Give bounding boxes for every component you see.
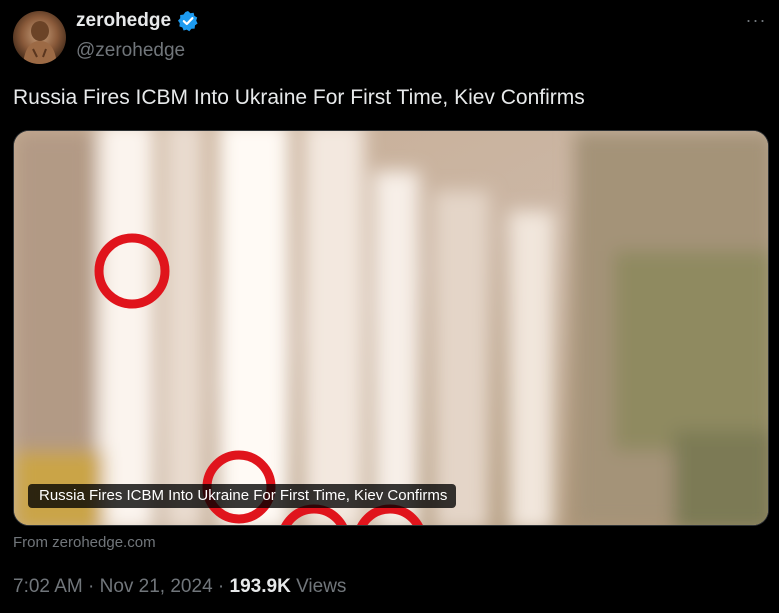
tweet-date[interactable]: Nov 21, 2024 — [100, 576, 213, 598]
tweet-metadata: 7:02 AM · Nov 21, 2024 · 193.9K Views — [13, 576, 346, 598]
views-count[interactable]: 193.9K — [230, 576, 291, 598]
meta-separator: · — [82, 576, 100, 597]
tweet-text: Russia Fires ICBM Into Ukraine For First… — [13, 86, 585, 109]
more-options-icon[interactable]: ··· — [742, 10, 770, 36]
author-handle[interactable]: @zerohedge — [76, 40, 185, 62]
display-name[interactable]: zerohedge — [76, 10, 171, 32]
avatar[interactable] — [13, 11, 66, 64]
card-source[interactable]: From zerohedge.com — [13, 534, 156, 551]
verified-badge-icon[interactable] — [177, 10, 199, 32]
tweet-time[interactable]: 7:02 AM — [13, 576, 83, 598]
author-name-row: zerohedge — [76, 10, 199, 32]
card-caption[interactable]: Russia Fires ICBM Into Ukraine For First… — [28, 484, 457, 508]
link-card-image[interactable] — [13, 130, 769, 526]
meta-separator: · — [212, 576, 230, 597]
views-label: Views — [290, 576, 347, 597]
